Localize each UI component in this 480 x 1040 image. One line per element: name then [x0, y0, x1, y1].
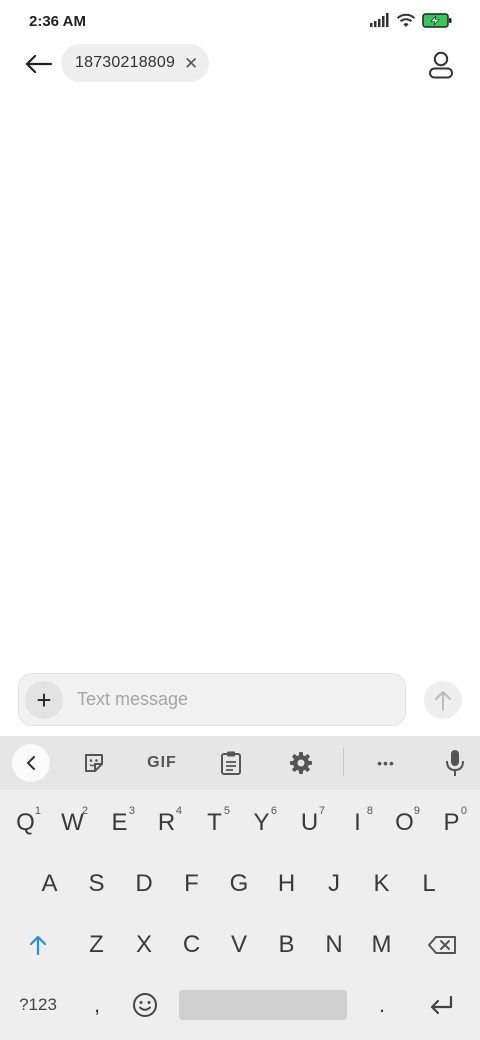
send-button[interactable]	[424, 681, 462, 719]
key-i[interactable]: I8	[334, 793, 381, 853]
key-label: I	[354, 809, 361, 836]
key-a[interactable]: A	[26, 854, 73, 914]
clipboard-icon	[221, 751, 241, 775]
key-b[interactable]: B	[263, 915, 310, 975]
smiley-icon	[133, 993, 157, 1017]
key-s[interactable]: S	[73, 854, 120, 914]
battery-charging-icon	[422, 12, 452, 28]
key-hint: 8	[366, 805, 373, 817]
key-label: T	[207, 809, 222, 836]
key-label: P	[443, 809, 460, 836]
gif-button[interactable]: GIF	[141, 745, 183, 781]
arrow-left-icon	[25, 54, 52, 74]
gif-label: GIF	[147, 754, 177, 771]
more-options-button[interactable]: •••	[368, 745, 404, 781]
key-hint: 4	[175, 805, 182, 817]
conversation-header: 18730218809 ✕	[0, 42, 480, 86]
add-attachment-button[interactable]: +	[25, 681, 63, 719]
shift-arrow-icon	[29, 935, 47, 956]
backspace-key[interactable]	[412, 915, 472, 975]
key-m[interactable]: M	[358, 915, 405, 975]
key-l[interactable]: L	[405, 854, 453, 914]
recipient-chip[interactable]: 18730218809 ✕	[61, 44, 210, 82]
key-w[interactable]: W2	[49, 793, 96, 853]
clipboard-button[interactable]	[215, 745, 247, 781]
key-v[interactable]: V	[215, 915, 263, 975]
key-row-2: A S D F G H J K L	[0, 854, 480, 914]
back-button[interactable]	[22, 50, 54, 78]
key-t[interactable]: T5	[191, 793, 238, 853]
keyboard: GIF ••• Q 1 W 2 E 3 R 4 T 5 Y 6 U 7 I 8 …	[0, 736, 480, 1040]
key-z[interactable]: Z	[73, 915, 120, 975]
key-p[interactable]: P0	[428, 793, 475, 853]
key-label: O	[395, 809, 414, 836]
key-hint: 1	[34, 805, 41, 817]
voice-input-button[interactable]	[440, 745, 470, 781]
backspace-icon	[428, 936, 456, 954]
key-r[interactable]: R4	[143, 793, 190, 853]
message-input[interactable]	[77, 674, 397, 725]
arrow-up-icon	[435, 691, 451, 711]
key-q[interactable]: Q1	[2, 793, 49, 853]
key-u[interactable]: U7	[286, 793, 333, 853]
sticker-button[interactable]	[78, 745, 110, 781]
contact-button[interactable]	[426, 50, 456, 80]
plus-icon: +	[36, 685, 52, 715]
key-c[interactable]: C	[168, 915, 215, 975]
key-row-1: Q1 W2 E3 R4 T5 Y6 U7 I8 O9 P0	[0, 793, 480, 853]
collapse-toolbar-button[interactable]	[12, 744, 50, 782]
symbols-key[interactable]: ?123	[10, 975, 66, 1035]
status-time: 2:36 AM	[29, 13, 86, 30]
toolbar-divider	[343, 748, 344, 776]
keyboard-toolbar: GIF •••	[0, 736, 480, 790]
close-icon[interactable]: ✕	[183, 55, 199, 72]
status-bar: 2:36 AM	[0, 0, 480, 42]
wifi-icon	[396, 13, 416, 27]
enter-key[interactable]	[416, 975, 466, 1035]
gear-icon	[290, 752, 312, 774]
status-icons	[370, 12, 452, 28]
signal-icon	[370, 13, 389, 27]
key-e[interactable]: E3	[96, 793, 143, 853]
key-hint: 6	[270, 805, 277, 817]
settings-button[interactable]	[284, 745, 318, 781]
key-hint: 3	[128, 805, 135, 817]
key-hint: 0	[460, 805, 467, 817]
return-icon	[430, 995, 453, 1015]
key-hint: 2	[81, 805, 88, 817]
key-label: E	[111, 809, 128, 836]
key-h[interactable]: H	[263, 854, 310, 914]
key-label: U	[300, 809, 319, 836]
key-label: R	[157, 809, 176, 836]
key-g[interactable]: G	[215, 854, 263, 914]
key-x[interactable]: X	[120, 915, 168, 975]
key-y[interactable]: Y6	[238, 793, 285, 853]
key-label: Q	[16, 809, 35, 836]
microphone-icon	[446, 750, 464, 776]
chevron-left-icon	[27, 756, 35, 770]
key-d[interactable]: D	[120, 854, 168, 914]
key-hint: 5	[223, 805, 230, 817]
compose-bar: +	[18, 673, 406, 726]
comma-key[interactable]: ,	[74, 975, 120, 1035]
key-hint: 7	[318, 805, 325, 817]
space-bar[interactable]	[179, 990, 347, 1020]
key-n[interactable]: N	[310, 915, 358, 975]
recipient-number: 18730218809	[75, 54, 176, 71]
key-label: W	[61, 809, 84, 836]
key-j[interactable]: J	[310, 854, 358, 914]
key-k[interactable]: K	[358, 854, 405, 914]
key-o[interactable]: O9	[381, 793, 428, 853]
more-icon: •••	[377, 755, 395, 771]
emoji-key[interactable]	[122, 975, 168, 1035]
key-hint: 9	[413, 805, 420, 817]
key-row-3: Z X C V B N M	[0, 915, 480, 975]
period-key[interactable]: .	[358, 975, 406, 1035]
key-f[interactable]: F	[168, 854, 215, 914]
sticker-icon	[85, 754, 103, 772]
person-icon	[429, 51, 453, 79]
key-label: Y	[253, 809, 270, 836]
shift-key[interactable]	[8, 915, 68, 975]
